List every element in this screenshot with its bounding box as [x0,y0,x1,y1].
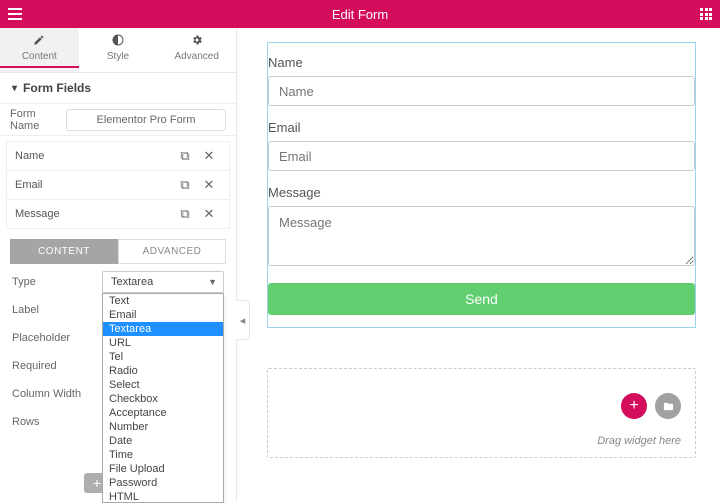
panel-title: Edit Form [0,7,720,22]
section-form-fields[interactable]: ▾ Form Fields [0,73,236,104]
tab-advanced[interactable]: Advanced [157,28,236,72]
remove-icon[interactable]: ✕ [197,177,221,193]
tab-style[interactable]: Style [79,28,158,72]
editor-body: Content Style Advanced ▾ Form Fields For… [0,28,720,501]
folder-icon [662,401,675,412]
form-label-message: Message [268,185,695,200]
tab-content-label: Content [22,51,57,62]
panel-collapse-handle[interactable]: ◂ [236,300,250,340]
preview-area: ◂ Name Email Message Send + Drag widget … [237,28,720,501]
hamburger-icon [8,8,22,20]
chevron-left-icon: ◂ [240,314,246,327]
type-option[interactable]: Checkbox [103,392,223,406]
type-option[interactable]: Date [103,434,223,448]
field-row-email[interactable]: Email ⧉ ✕ [6,170,230,200]
type-select[interactable]: Textarea ▼ [102,271,224,293]
tab-advanced-label: Advanced [174,51,218,62]
type-option[interactable]: Number [103,420,223,434]
form-name-label: Form Name [10,108,66,132]
form-input-name[interactable] [268,76,695,106]
field-row-name[interactable]: Name ⧉ ✕ [6,141,230,171]
field-label: Email [15,179,43,191]
form-name-row: Form Name [0,104,236,136]
type-dropdown[interactable]: TextEmailTextareaURLTelRadioSelectCheckb… [102,293,224,503]
editor-topbar: Edit Form [0,0,720,28]
menu-button[interactable] [8,8,22,20]
template-library-button[interactable] [655,393,681,419]
contrast-icon [112,34,124,46]
settings-tabs: Content Style Advanced [0,28,236,73]
field-label: Message [15,208,60,220]
pencil-icon [33,34,45,46]
type-option[interactable]: Email [103,308,223,322]
type-selected: Textarea [111,276,153,288]
type-option[interactable]: Radio [103,364,223,378]
type-label: Type [12,276,102,288]
fields-list: Name ⧉ ✕ Email ⧉ ✕ Message ⧉ ✕ [0,142,236,229]
form-input-email[interactable] [268,141,695,171]
type-option[interactable]: Text [103,294,223,308]
rows-label: Rows [12,416,102,428]
remove-icon[interactable]: ✕ [197,148,221,164]
form-widget[interactable]: Name Email Message Send [267,42,696,328]
duplicate-icon[interactable]: ⧉ [173,148,197,164]
form-submit-button[interactable]: Send [268,283,695,315]
form-label-name: Name [268,55,695,70]
type-option[interactable]: File Upload [103,462,223,476]
drop-zone-hint: Drag widget here [597,435,681,447]
gear-icon [191,34,203,46]
form-textarea-message[interactable] [268,206,695,266]
duplicate-icon[interactable]: ⧉ [173,206,197,222]
type-option[interactable]: Acceptance [103,406,223,420]
chevron-down-icon: ▼ [208,277,217,287]
field-row-message[interactable]: Message ⧉ ✕ [6,199,230,229]
control-type: Type Textarea ▼ TextEmailTextareaURLTelR… [0,264,236,292]
duplicate-icon[interactable]: ⧉ [173,177,197,193]
type-option[interactable]: Tel [103,350,223,364]
type-option[interactable]: URL [103,336,223,350]
type-option[interactable]: Textarea [103,322,223,336]
tab-content[interactable]: Content [0,28,79,72]
column-width-label: Column Width [12,388,102,400]
type-option[interactable]: Select [103,378,223,392]
subtab-advanced[interactable]: ADVANCED [118,239,226,264]
drop-zone-actions: + [621,393,681,419]
section-title: Form Fields [23,81,91,95]
required-label: Required [12,360,102,372]
widgets-grid-button[interactable] [700,8,712,20]
form-name-input[interactable] [66,109,226,131]
grid-icon [700,8,712,20]
settings-panel: Content Style Advanced ▾ Form Fields For… [0,28,237,501]
tab-style-label: Style [107,51,129,62]
type-option[interactable]: Password [103,476,223,490]
type-option[interactable]: Time [103,448,223,462]
label-label: Label [12,304,102,316]
caret-down-icon: ▾ [12,83,17,94]
field-label: Name [15,150,44,162]
subtab-content[interactable]: CONTENT [10,239,118,264]
placeholder-label: Placeholder [12,332,102,344]
remove-icon[interactable]: ✕ [197,206,221,222]
field-subtabs: CONTENT ADVANCED [10,239,226,264]
drop-zone[interactable]: + Drag widget here [267,368,696,458]
form-label-email: Email [268,120,695,135]
add-section-button[interactable]: + [621,393,647,419]
type-option[interactable]: HTML [103,490,223,503]
